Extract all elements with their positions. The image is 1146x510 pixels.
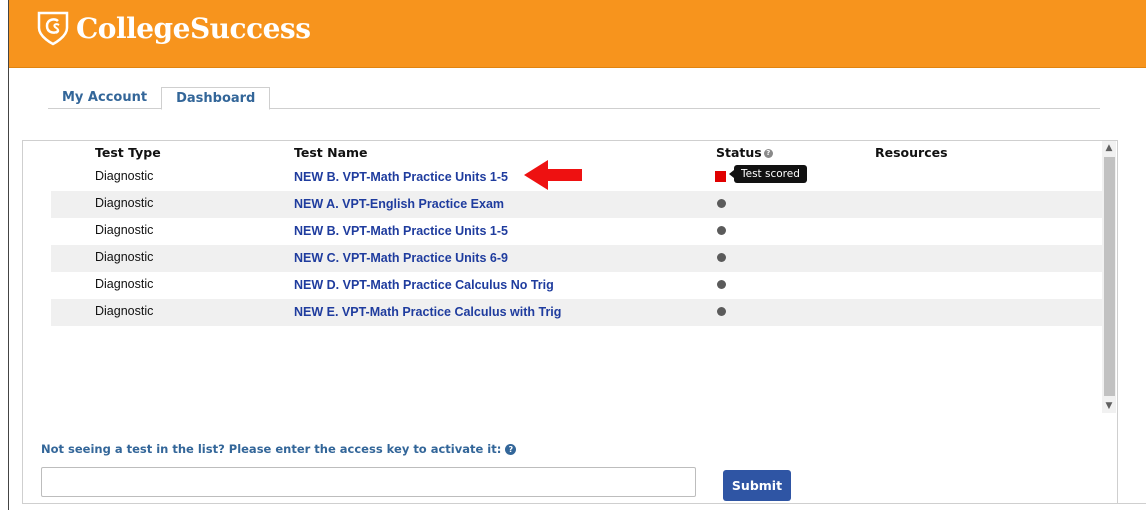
header-status-label: Status: [716, 145, 762, 160]
tab-my-account[interactable]: My Account: [48, 87, 161, 109]
test-type-cell: Diagnostic: [95, 304, 154, 318]
table-row: Diagnostic NEW D. VPT-Math Practice Calc…: [51, 272, 1102, 299]
table-row: Diagnostic NEW B. VPT-Math Practice Unit…: [51, 218, 1102, 245]
status-tooltip: Test scored: [729, 165, 807, 183]
test-name-link[interactable]: NEW E. VPT-Math Practice Calculus with T…: [294, 305, 561, 319]
test-name-link[interactable]: NEW D. VPT-Math Practice Calculus No Tri…: [294, 278, 554, 292]
brand-logo[interactable]: CollegeSuccess: [36, 10, 311, 46]
site-header: CollegeSuccess: [9, 0, 1146, 68]
scroll-up-icon[interactable]: ▲: [1102, 141, 1116, 155]
test-type-cell: Diagnostic: [95, 277, 154, 291]
test-type-cell: Diagnostic: [95, 169, 154, 183]
help-question-icon[interactable]: ?: [505, 444, 517, 455]
window-edge: [8, 0, 9, 510]
test-type-cell: Diagnostic: [95, 196, 154, 210]
test-name-link[interactable]: NEW B. VPT-Math Practice Units 1-5: [294, 224, 508, 238]
status-pending-icon[interactable]: [717, 280, 726, 289]
header-test-name: Test Name: [294, 145, 368, 160]
red-arrow-left-icon: [524, 160, 582, 190]
scroll-down-icon[interactable]: ▼: [1102, 399, 1116, 413]
panel-divider: [22, 503, 1146, 504]
access-key-input[interactable]: [41, 467, 696, 497]
tab-dashboard[interactable]: Dashboard: [161, 87, 271, 110]
submit-button[interactable]: Submit: [723, 470, 791, 501]
cs-shield-icon: [37, 11, 69, 46]
access-key-label: Not seeing a test in the list? Please en…: [41, 442, 502, 456]
table-row: Diagnostic NEW E. VPT-Math Practice Calc…: [51, 299, 1102, 326]
header-status: Status?: [716, 145, 773, 160]
header-test-type: Test Type: [95, 145, 161, 160]
status-scored-icon[interactable]: [715, 171, 726, 182]
test-name-link[interactable]: NEW A. VPT-English Practice Exam: [294, 197, 504, 211]
scroll-thumb[interactable]: [1104, 157, 1115, 396]
test-name-link[interactable]: NEW C. VPT-Math Practice Units 6-9: [294, 251, 508, 265]
access-key-prompt: Not seeing a test in the list? Please en…: [41, 442, 517, 456]
table-row: Diagnostic NEW C. VPT-Math Practice Unit…: [51, 245, 1102, 272]
tab-bar: My Account Dashboard: [48, 87, 271, 110]
header-resources: Resources: [875, 145, 948, 160]
status-help-icon[interactable]: ?: [763, 149, 773, 158]
status-pending-icon[interactable]: [717, 226, 726, 235]
status-pending-icon[interactable]: [717, 199, 726, 208]
test-type-cell: Diagnostic: [95, 250, 154, 264]
status-pending-icon[interactable]: [717, 307, 726, 316]
status-pending-icon[interactable]: [717, 253, 726, 262]
test-name-link[interactable]: NEW B. VPT-Math Practice Units 1-5: [294, 170, 508, 184]
vertical-scrollbar[interactable]: ▲ ▼: [1102, 141, 1116, 413]
brand-name: CollegeSuccess: [76, 11, 311, 45]
test-type-cell: Diagnostic: [95, 223, 154, 237]
table-row: Diagnostic NEW A. VPT-English Practice E…: [51, 191, 1102, 218]
